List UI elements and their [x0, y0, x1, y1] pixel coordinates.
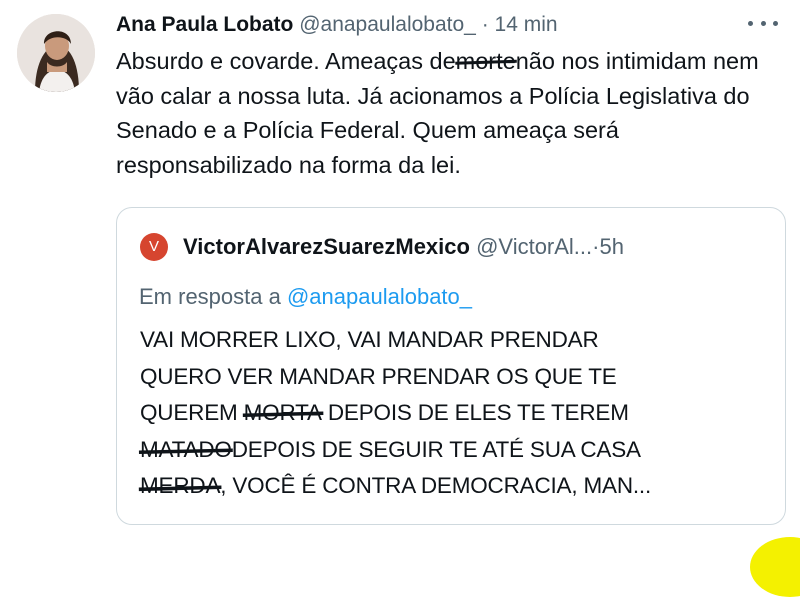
- quoted-line-5-end: , VOCÊ É CONTRA DEMOCRACIA, MAN...: [220, 473, 652, 498]
- author-avatar[interactable]: [17, 14, 95, 92]
- dot: [760, 20, 766, 26]
- struck-word-text: morte: [455, 48, 516, 74]
- struck-word: morte: [454, 44, 517, 79]
- quoted-tweet[interactable]: V VictorAlvarezSuarezMexico @VictorAl...…: [116, 207, 786, 525]
- avatar-photo-icon: [17, 14, 95, 92]
- tweet-timestamp[interactable]: 14 min: [495, 13, 558, 36]
- corner-highlight: [750, 537, 800, 597]
- struck-word-text: MERDA: [140, 473, 221, 498]
- struck-word: MORTA: [242, 395, 324, 432]
- quoted-line-1: VAI MORRER LIXO, VAI MANDAR PRENDAR: [140, 327, 599, 352]
- quoted-tweet-header: VictorAlvarezSuarezMexico @VictorAl...·5…: [183, 230, 773, 264]
- struck-word: MERDA: [138, 468, 222, 505]
- tweet-text-part1: Absurdo e covarde. Ameaças de: [116, 48, 456, 74]
- dot: [748, 20, 753, 26]
- tweet-text: Absurdo e covarde. Ameaças demorte não no…: [116, 44, 786, 182]
- struck-word-text: MORTA: [243, 400, 322, 425]
- quoted-line-3: QUEREM MORTA DEPOIS DE ELES TE TEREM: [140, 395, 770, 432]
- quoted-line-5: MERDA, VOCÊ É CONTRA DEMOCRACIA, MAN...: [138, 468, 770, 505]
- quoted-line-4-end: DEPOIS DE SEGUIR TE ATÉ SUA CASA: [231, 436, 641, 462]
- quoted-author-handle[interactable]: @VictorAl...: [476, 234, 592, 259]
- quoted-line-4: MATADO DEPOIS DE SEGUIR TE ATÉ SUA CASA: [138, 432, 770, 469]
- quoted-tweet-timestamp[interactable]: 5h: [599, 234, 623, 259]
- quoted-author-avatar[interactable]: V: [140, 233, 168, 261]
- reply-prefix: Em resposta a: [139, 284, 281, 309]
- reply-mention-link[interactable]: @anapaulalobato_: [287, 284, 472, 309]
- quoted-author-name[interactable]: VictorAlvarezSuarezMexico: [183, 234, 470, 259]
- struck-word: MATADO: [138, 432, 233, 469]
- reply-context: Em resposta a @anapaulalobato_: [139, 280, 472, 314]
- header-separator: ·: [481, 13, 489, 36]
- quoted-line-3-end: DEPOIS DE ELES TE TEREM: [327, 400, 629, 425]
- quoted-line-2: QUERO VER MANDAR PRENDAR OS QUE TE: [140, 363, 617, 389]
- author-handle[interactable]: @anapaulalobato_: [299, 13, 476, 36]
- more-options-icon[interactable]: [748, 12, 778, 34]
- struck-word-text: MATADO: [140, 436, 232, 462]
- quoted-tweet-text: VAI MORRER LIXO, VAI MANDAR PRENDAR QUER…: [138, 322, 770, 505]
- dot: [773, 20, 778, 26]
- quoted-line-3-start: QUEREM: [140, 400, 238, 425]
- tweet-header: Ana Paula Lobato @anapaulalobato_ · 14 m…: [116, 8, 756, 42]
- author-name[interactable]: Ana Paula Lobato: [116, 13, 293, 36]
